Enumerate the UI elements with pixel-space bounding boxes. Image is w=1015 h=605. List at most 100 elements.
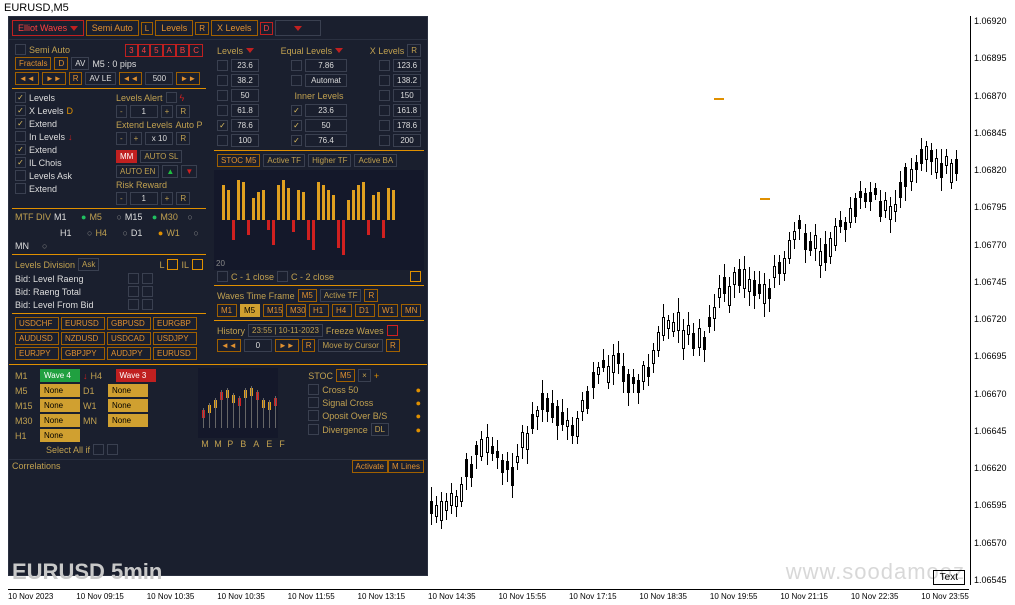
pair-EURUSD[interactable]: EURUSD (153, 347, 197, 360)
ind-l[interactable]: L (141, 22, 153, 35)
lv1-chk-5[interactable] (217, 135, 228, 146)
bid-chk[interactable] (128, 299, 139, 310)
wtf-M30[interactable]: M30 (286, 304, 306, 317)
la-chk1[interactable] (166, 92, 177, 103)
pair-USDCAD[interactable]: USDCAD (107, 332, 151, 345)
lv1-chk-4[interactable] (217, 120, 228, 131)
mmp-B[interactable]: B (240, 439, 250, 449)
la-r[interactable]: R (176, 105, 190, 118)
s2-chk-3[interactable] (308, 424, 319, 435)
stoc-m5[interactable]: STOC M5 (217, 154, 260, 167)
mm-btn[interactable]: MM (116, 150, 137, 163)
avle-btn[interactable]: AV LE (85, 72, 115, 85)
lv3-chk-3[interactable] (379, 105, 390, 116)
bid-chk2[interactable] (142, 286, 153, 297)
chk-extend[interactable] (15, 118, 26, 129)
rr-r[interactable]: R (176, 192, 190, 205)
pair-USDJPY[interactable]: USDJPY (153, 332, 197, 345)
wtf-r[interactable]: R (364, 289, 378, 302)
el-minus[interactable]: - (116, 132, 127, 145)
el-plus[interactable]: + (130, 132, 143, 145)
pair-AUDJPY[interactable]: AUDJPY (107, 347, 151, 360)
pair-GBPJPY[interactable]: GBPJPY (61, 347, 105, 360)
lv1-chk-3[interactable] (217, 105, 228, 116)
dl-btn[interactable]: DL (371, 423, 389, 436)
dropdown-button[interactable] (275, 20, 321, 36)
div-l[interactable] (167, 259, 178, 270)
lv2-3[interactable]: 23.6 (305, 104, 347, 117)
pair-USDCHF[interactable]: USDCHF (15, 317, 59, 330)
mmp-M[interactable]: M (214, 439, 224, 449)
la-plus[interactable]: + (161, 105, 174, 118)
mlines-btn[interactable]: M Lines (388, 460, 424, 473)
cc-box[interactable] (410, 271, 421, 282)
wave-1a[interactable]: None (40, 384, 80, 397)
hist-r2[interactable]: R (386, 339, 400, 352)
wtf-active[interactable]: Active TF (320, 289, 362, 302)
avle-fwd[interactable]: ►► (176, 72, 200, 85)
lv1-5[interactable]: 100 (231, 134, 259, 147)
el-r[interactable]: R (176, 132, 190, 145)
stoc2-x[interactable]: × (358, 369, 371, 382)
wave-3b[interactable]: None (108, 414, 148, 427)
lv3-chk-1[interactable] (379, 75, 390, 86)
wave-1b[interactable]: None (108, 384, 148, 397)
pair-EURGBP[interactable]: EURGBP (153, 317, 197, 330)
chk-levels[interactable] (15, 92, 26, 103)
xlevels-button[interactable]: X Levels (211, 20, 258, 36)
stoc2-plus[interactable]: + (374, 371, 379, 381)
s2-chk-0[interactable] (308, 384, 319, 395)
fractals-btn[interactable]: Fractals (15, 57, 51, 70)
mmp-M[interactable]: M (201, 439, 211, 449)
hist-cursor[interactable]: Move by Cursor (318, 339, 382, 352)
pair-NZDUSD[interactable]: NZDUSD (61, 332, 105, 345)
lvl-r[interactable]: R (407, 44, 421, 57)
s2-chk-2[interactable] (308, 410, 319, 421)
corr-label[interactable]: Correlations (12, 461, 61, 471)
autoen-btn[interactable]: AUTO EN (116, 165, 159, 178)
mmp-A[interactable]: A (253, 439, 263, 449)
bid-chk[interactable] (128, 273, 139, 284)
lv1-0[interactable]: 23.6 (231, 59, 259, 72)
sa-A[interactable]: A (163, 44, 176, 57)
lv2-chk-5[interactable] (291, 135, 302, 146)
mmp-P[interactable]: P (227, 439, 237, 449)
wtf-H4[interactable]: H4 (332, 304, 352, 317)
wtf-MN[interactable]: MN (401, 304, 421, 317)
wave-2a[interactable]: None (40, 399, 80, 412)
activate-btn[interactable]: Activate (352, 460, 388, 473)
wave-4a[interactable]: None (40, 429, 80, 442)
text-button[interactable]: Text (933, 570, 965, 585)
lv1-1[interactable]: 38.2 (231, 74, 259, 87)
autoen-up[interactable]: ▲ (162, 165, 178, 178)
wtf-M15[interactable]: M15 (263, 304, 283, 317)
stoc-ba[interactable]: Active BA (354, 154, 397, 167)
lv1-4[interactable]: 78.6 (231, 119, 259, 132)
hist-fwd[interactable]: ►► (275, 339, 299, 352)
bid-chk2[interactable] (142, 273, 153, 284)
lv1-chk-1[interactable] (217, 75, 228, 86)
wave-2b[interactable]: None (108, 399, 148, 412)
s2-chk-1[interactable] (308, 397, 319, 408)
hist-val[interactable]: 0 (244, 339, 272, 352)
div-il[interactable] (192, 259, 203, 270)
chk-xlevels[interactable] (15, 105, 26, 116)
av-btn[interactable]: AV (71, 57, 89, 70)
lv1-2[interactable]: 50 (231, 89, 259, 102)
lv3-chk-0[interactable] (379, 60, 390, 71)
chk-inlevels[interactable] (15, 131, 26, 142)
la-minus[interactable]: - (116, 105, 127, 118)
c1-chk[interactable] (217, 271, 228, 282)
wtf-M5[interactable]: M5 (240, 304, 260, 317)
chk-ilchois[interactable] (15, 157, 26, 168)
ind-r[interactable]: R (195, 22, 209, 35)
lv2-1[interactable]: Automat (305, 74, 347, 87)
frac-back[interactable]: ◄◄ (15, 72, 39, 85)
rr-plus[interactable]: + (161, 192, 174, 205)
rr-val[interactable]: 1 (130, 192, 158, 205)
semiauto-check[interactable] (15, 44, 26, 55)
lv3-chk-2[interactable] (379, 90, 390, 101)
avle-back[interactable]: ◄◄ (119, 72, 143, 85)
selectall-c1[interactable] (93, 444, 104, 455)
wave-0a[interactable]: Wave 4 (40, 369, 80, 382)
